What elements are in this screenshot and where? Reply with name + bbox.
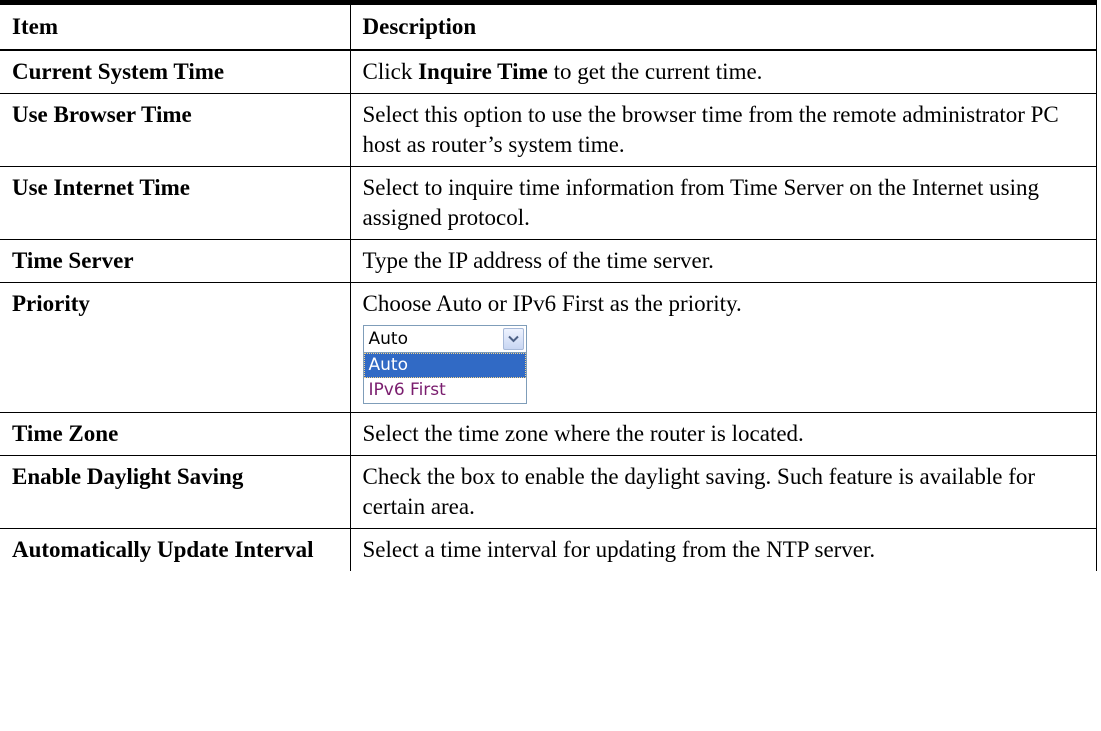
dropdown-button[interactable] — [502, 328, 524, 350]
item-priority: Priority — [0, 282, 351, 413]
description-priority: Choose Auto or IPv6 First as the priorit… — [349, 282, 1097, 413]
description-current-system-time: Click Inquire Time to get the current ti… — [349, 50, 1097, 94]
item-use-internet-time: Use Internet Time — [0, 166, 351, 240]
table-row: Use Internet Time Select to inquire time… — [0, 166, 1097, 240]
column-header-description: Description — [349, 0, 1097, 51]
description-time-zone: Select the time zone where the router is… — [349, 412, 1097, 456]
table-row: Enable Daylight Saving Check the box to … — [0, 455, 1097, 529]
option-ipv6-first[interactable]: IPv6 First — [364, 378, 526, 403]
table-row: Time Zone Select the time zone where the… — [0, 412, 1097, 456]
item-use-browser-time: Use Browser Time — [0, 93, 351, 167]
settings-description-table: Item Description Current System Time Cli… — [0, 0, 1097, 571]
chevron-down-icon — [507, 335, 519, 343]
priority-dropdown[interactable]: Auto Auto IPv6 First — [362, 325, 527, 404]
option-auto[interactable]: Auto — [363, 353, 526, 378]
description-text: to get the current time. — [547, 59, 763, 84]
table-row: Current System Time Click Inquire Time t… — [0, 50, 1097, 94]
priority-select-box[interactable]: Auto — [362, 325, 527, 353]
description-use-browser-time: Select this option to use the browser ti… — [349, 93, 1097, 167]
table-header-row: Item Description — [0, 0, 1097, 51]
item-enable-daylight-saving: Enable Daylight Saving — [0, 455, 351, 529]
table-row: Automatically Update Interval Select a t… — [0, 528, 1097, 571]
item-current-system-time: Current System Time — [0, 50, 351, 94]
column-header-item: Item — [0, 0, 351, 51]
table-row: Use Browser Time Select this option to u… — [0, 93, 1097, 167]
description-automatically-update-interval: Select a time interval for updating from… — [349, 528, 1097, 571]
priority-selected-value: Auto — [368, 329, 408, 349]
description-enable-daylight-saving: Check the box to enable the daylight sav… — [349, 455, 1097, 529]
item-time-zone: Time Zone — [0, 412, 351, 456]
description-text: Click — [362, 59, 419, 84]
description-use-internet-time: Select to inquire time information from … — [349, 166, 1097, 240]
description-time-server: Type the IP address of the time server. — [349, 239, 1097, 283]
priority-options-list: Auto IPv6 First — [362, 353, 527, 404]
item-time-server: Time Server — [0, 239, 351, 283]
table-row: Time Server Type the IP address of the t… — [0, 239, 1097, 283]
description-emphasis: Inquire Time — [418, 59, 548, 84]
description-text: Choose Auto or IPv6 First as the priorit… — [362, 291, 742, 316]
item-automatically-update-interval: Automatically Update Interval — [0, 528, 351, 571]
table-row: Priority Choose Auto or IPv6 First as th… — [0, 282, 1097, 413]
